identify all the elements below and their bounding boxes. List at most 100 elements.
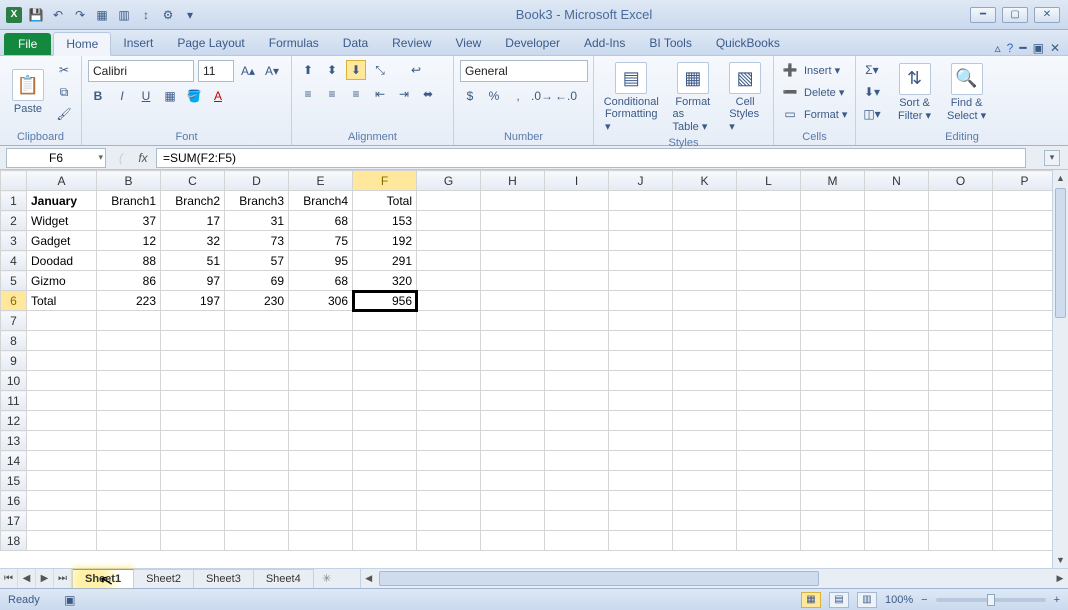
cell[interactable]: 75 [289, 231, 353, 251]
cell[interactable] [865, 351, 929, 371]
cell[interactable]: Branch3 [225, 191, 289, 211]
cell[interactable] [417, 431, 481, 451]
row-header[interactable]: 1 [1, 191, 27, 211]
accounting-format-icon[interactable]: $ [460, 86, 480, 106]
cell[interactable] [353, 511, 417, 531]
fill-icon[interactable]: ⬇▾ [862, 82, 882, 102]
cell[interactable] [929, 271, 993, 291]
cell[interactable]: Gizmo [27, 271, 97, 291]
format-painter-icon[interactable]: 🖌 [54, 104, 74, 124]
cell[interactable] [609, 251, 673, 271]
cell[interactable]: 31 [225, 211, 289, 231]
cell[interactable] [545, 471, 609, 491]
ribbon-tab-formulas[interactable]: Formulas [257, 32, 331, 55]
cell[interactable] [353, 331, 417, 351]
cell[interactable] [225, 531, 289, 551]
decrease-decimal-icon[interactable]: ←.0 [556, 86, 576, 106]
cell[interactable] [545, 211, 609, 231]
cell[interactable] [865, 291, 929, 311]
cell[interactable] [161, 411, 225, 431]
cell[interactable] [993, 231, 1057, 251]
cell[interactable]: 68 [289, 271, 353, 291]
cell[interactable] [161, 531, 225, 551]
column-header[interactable]: F [353, 171, 417, 191]
sheet-nav-last-icon[interactable]: ⏭ [54, 569, 72, 588]
font-color-icon[interactable]: A [208, 86, 228, 106]
cell[interactable] [27, 331, 97, 351]
qat-icon[interactable]: ⚙ [160, 7, 176, 23]
cell[interactable] [993, 251, 1057, 271]
minimize-button[interactable]: ━ [970, 7, 996, 23]
expand-formula-bar-icon[interactable]: ▾ [1044, 150, 1060, 166]
scroll-left-icon[interactable]: ◀ [361, 569, 377, 588]
cell[interactable]: 306 [289, 291, 353, 311]
cell[interactable] [929, 431, 993, 451]
row-header[interactable]: 12 [1, 411, 27, 431]
cell[interactable] [97, 511, 161, 531]
cell[interactable] [417, 191, 481, 211]
cell[interactable] [993, 211, 1057, 231]
cell[interactable] [545, 451, 609, 471]
sheet-tab-sheet3[interactable]: Sheet3 [194, 569, 254, 588]
cell[interactable] [161, 451, 225, 471]
cell[interactable] [609, 291, 673, 311]
cell[interactable] [865, 451, 929, 471]
cell[interactable]: 12 [97, 231, 161, 251]
cell[interactable] [161, 351, 225, 371]
cell[interactable] [993, 331, 1057, 351]
cell[interactable] [545, 531, 609, 551]
align-top-icon[interactable]: ⬆ [298, 60, 318, 80]
wrap-text-icon[interactable]: ↩ [406, 60, 426, 80]
cell[interactable]: Branch4 [289, 191, 353, 211]
font-name-select[interactable] [88, 60, 194, 82]
ribbon-tab-add-ins[interactable]: Add-Ins [572, 32, 637, 55]
cell[interactable] [545, 191, 609, 211]
cell[interactable] [481, 331, 545, 351]
cell[interactable] [929, 471, 993, 491]
cell[interactable] [801, 511, 865, 531]
row-header[interactable]: 17 [1, 511, 27, 531]
cell[interactable] [673, 511, 737, 531]
cell[interactable] [737, 351, 801, 371]
cell[interactable] [993, 311, 1057, 331]
cell[interactable]: 73 [225, 231, 289, 251]
cell[interactable] [417, 411, 481, 431]
cell[interactable] [993, 411, 1057, 431]
cell[interactable] [161, 311, 225, 331]
cell[interactable] [609, 351, 673, 371]
cell[interactable] [481, 351, 545, 371]
cell[interactable] [97, 331, 161, 351]
sheet-nav-prev-icon[interactable]: ◀ [18, 569, 36, 588]
cell[interactable] [865, 191, 929, 211]
cell[interactable] [481, 491, 545, 511]
ribbon-tab-home[interactable]: Home [53, 32, 111, 56]
qat-icon[interactable]: ▥ [116, 7, 132, 23]
underline-button[interactable]: U [136, 86, 156, 106]
sort-filter-button[interactable]: ⇅Sort &Filter ▾ [892, 61, 937, 124]
cell[interactable] [993, 451, 1057, 471]
cell[interactable]: Branch2 [161, 191, 225, 211]
fill-color-icon[interactable]: 🪣 [184, 86, 204, 106]
cell[interactable] [801, 531, 865, 551]
cell[interactable] [225, 411, 289, 431]
increase-indent-icon[interactable]: ⇥ [394, 84, 414, 104]
scroll-thumb[interactable] [379, 571, 819, 586]
scroll-up-icon[interactable]: ▲ [1053, 170, 1068, 186]
cell[interactable] [289, 411, 353, 431]
cell[interactable] [27, 411, 97, 431]
cell[interactable] [801, 391, 865, 411]
maximize-button[interactable]: ▢ [1002, 7, 1028, 23]
cell[interactable] [353, 311, 417, 331]
formula-input[interactable] [156, 148, 1026, 168]
cell[interactable] [801, 271, 865, 291]
row-header[interactable]: 10 [1, 371, 27, 391]
cell[interactable] [737, 311, 801, 331]
cell[interactable] [481, 531, 545, 551]
cell[interactable] [225, 451, 289, 471]
row-header[interactable]: 5 [1, 271, 27, 291]
cell[interactable] [865, 331, 929, 351]
cell-styles-button[interactable]: ▧CellStyles ▾ [723, 60, 767, 135]
cell[interactable]: 320 [353, 271, 417, 291]
cell[interactable]: 32 [161, 231, 225, 251]
number-format-select[interactable] [460, 60, 588, 82]
